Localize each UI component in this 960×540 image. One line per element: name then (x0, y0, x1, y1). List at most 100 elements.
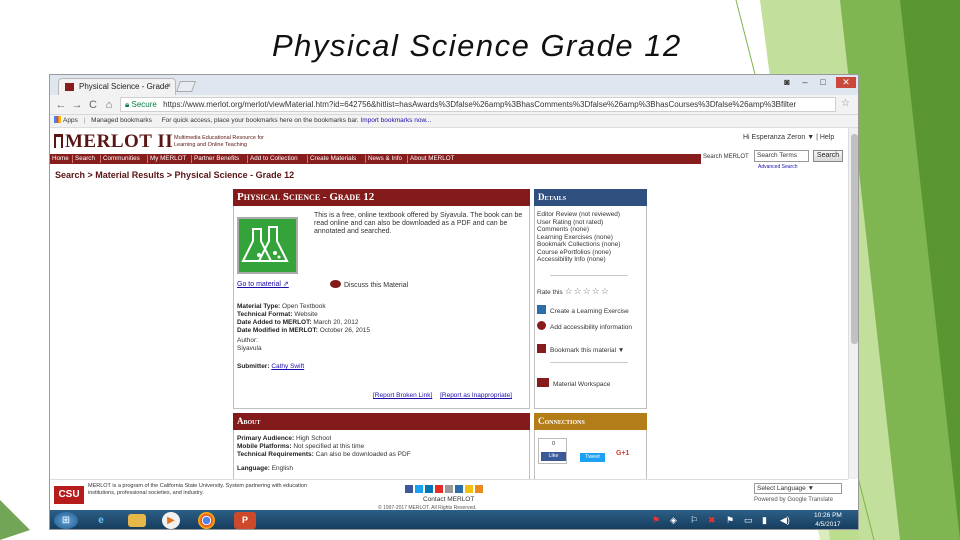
merlot-favicon-icon (65, 83, 74, 91)
contact-merlot-link[interactable]: Contact MERLOT (423, 496, 474, 503)
maximize-icon[interactable]: □ (816, 77, 830, 87)
minimize-icon[interactable]: – (798, 77, 812, 87)
accessibility-info-link[interactable]: Accessibility Info (none) (537, 256, 606, 264)
rating-stars[interactable]: ☆☆☆☆☆ (564, 286, 609, 296)
merlot-logo[interactable]: MERLOT II (54, 131, 173, 153)
user-links[interactable]: Hi Esperanza Zeron ▼ | Help (743, 134, 834, 141)
editor-review-link[interactable]: Editor Review (not reviewed) (537, 211, 620, 219)
material-workspace[interactable]: Material Workspace (537, 378, 610, 389)
add-accessibility-info[interactable]: Add accessibility information (537, 321, 633, 332)
facebook-like-widget[interactable]: 0 Like (538, 438, 567, 464)
tab-title: Physical Science - Grade (79, 82, 169, 91)
twitter-icon[interactable] (415, 485, 423, 493)
bookmarks-hint: For quick access, place your bookmarks h… (161, 117, 359, 124)
powerpoint-icon[interactable]: P (234, 512, 256, 529)
scrollbar-thumb[interactable] (851, 134, 858, 344)
nav-about-merlot[interactable]: About MERLOT (410, 154, 454, 164)
page-scrollbar[interactable] (848, 128, 858, 479)
user-profile-icon[interactable]: ◙ (780, 77, 794, 87)
wiki-icon[interactable] (445, 485, 453, 493)
network-tray-icon[interactable]: ◈ (670, 515, 677, 526)
submitter: Submitter: Cathy Swift (237, 363, 305, 370)
author-name: Siyavula (237, 345, 262, 352)
merlot-pillar-icon (54, 134, 63, 148)
nav-search[interactable]: Search (75, 154, 95, 164)
bookmark-material[interactable]: Bookmark this material ▼ (537, 344, 624, 355)
language-select[interactable]: Select Language ▼ (754, 483, 842, 494)
bulb-icon[interactable] (465, 485, 473, 493)
alert-tray-icon[interactable]: ✖ (708, 515, 716, 526)
security-tray-icon[interactable]: ⚐ (690, 515, 698, 526)
import-bookmarks-link[interactable]: Import bookmarks now... (360, 117, 431, 124)
search-input[interactable]: Search Terms (754, 150, 809, 162)
nav-create-materials[interactable]: Create Materials (310, 154, 356, 164)
tweet-button[interactable]: Tweet (580, 453, 605, 462)
forward-icon[interactable]: → (70, 98, 84, 112)
browser-tab[interactable]: Physical Science - Grade × (58, 78, 176, 95)
volume-tray-icon[interactable]: ◀) (780, 515, 790, 526)
facebook-like-button[interactable]: Like (541, 452, 566, 461)
nav-add-to-collection[interactable]: Add to Collection (250, 154, 298, 164)
home-icon[interactable]: ⌂ (102, 98, 116, 112)
comments-link[interactable]: Comments (none) (537, 226, 589, 234)
tab-close-icon[interactable]: × (166, 81, 171, 90)
course-eportfolios-link[interactable]: Course ePortfolios (none) (537, 249, 611, 257)
primary-audience: Primary Audience: High School (237, 435, 332, 442)
advanced-search-link[interactable]: Advanced Search (758, 164, 797, 170)
url-bar[interactable]: 🔒︎ Secure https://www.merlot.org/merlot/… (120, 97, 836, 112)
social-icons (405, 485, 485, 495)
chrome-icon[interactable] (198, 512, 215, 529)
report-inappropriate-link[interactable]: [Report as Inappropriate] (440, 392, 512, 399)
new-tab-button[interactable] (175, 81, 197, 92)
system-clock[interactable]: 10:26 PM 4/5/2017 (814, 511, 842, 529)
flask-icon (237, 217, 298, 274)
taskbar: ⊞ e ▶ P ⚑ ◈ ⚐ ✖ ⚑ ▭ ▮ ◀) 10:26 PM 4/5/20… (50, 510, 858, 529)
slide-title: Physical Science Grade 12 (272, 28, 682, 63)
learning-exercises-link[interactable]: Learning Exercises (none) (537, 234, 613, 242)
nav-my-merlot[interactable]: My MERLOT (150, 154, 186, 164)
go-to-material-link[interactable]: Go to material ⇗ (237, 280, 289, 288)
accessibility-icon (537, 321, 546, 330)
technical-format: Technical Format: Website (237, 311, 318, 318)
address-toolbar: ← → C ⌂ 🔒︎ Secure https://www.merlot.org… (50, 95, 858, 115)
date-added: Date Added to MERLOT: March 20, 2012 (237, 319, 359, 326)
close-window-icon[interactable]: ✕ (836, 77, 856, 88)
report-broken-link[interactable]: [Report Broken Link] (373, 392, 432, 399)
display-tray-icon[interactable]: ▭ (744, 515, 753, 526)
nav-communities[interactable]: Communities (103, 154, 140, 164)
csu-logo[interactable]: CSU (54, 486, 84, 504)
reload-icon[interactable]: C (86, 98, 100, 112)
facebook-icon[interactable] (405, 485, 413, 493)
facebook-like-count: 0 (551, 441, 556, 447)
rss-icon[interactable] (475, 485, 483, 493)
search-button[interactable]: Search (813, 150, 843, 162)
nav-home[interactable]: Home (52, 154, 69, 164)
linkedin-icon[interactable] (425, 485, 433, 493)
nav-partner-benefits[interactable]: Partner Benefits (194, 154, 239, 164)
tweet-widget[interactable]: Tweet (578, 438, 607, 464)
back-icon[interactable]: ← (54, 98, 68, 112)
apps-link[interactable]: Apps (63, 117, 78, 124)
discuss-material-link[interactable]: Discuss this Material (330, 280, 408, 289)
media-player-icon[interactable]: ▶ (162, 512, 180, 529)
create-learning-exercise[interactable]: Create a Learning Exercise (537, 305, 629, 316)
nav-news-info[interactable]: News & Info (368, 154, 402, 164)
flag-tray-icon[interactable]: ⚑ (726, 515, 734, 526)
managed-bookmarks-link[interactable]: Managed bookmarks (91, 117, 152, 124)
people-icon[interactable] (455, 485, 463, 493)
youtube-icon[interactable] (435, 485, 443, 493)
submitter-link[interactable]: Cathy Swift (271, 363, 304, 370)
bookmark-collections-link[interactable]: Bookmark Collections (none) (537, 241, 620, 249)
file-explorer-icon[interactable] (128, 514, 146, 527)
apps-icon[interactable] (54, 116, 61, 123)
exercise-icon (537, 305, 546, 314)
breadcrumb: Search > Material Results > Physical Sci… (55, 170, 295, 180)
bookmark-star-icon[interactable]: ☆ (841, 98, 850, 109)
clock-time: 10:26 PM (814, 512, 842, 519)
user-rating-link[interactable]: User Rating (not rated) (537, 219, 603, 227)
start-button-icon[interactable]: ⊞ (54, 512, 78, 529)
signal-tray-icon[interactable]: ▮ (762, 515, 767, 526)
internet-explorer-icon[interactable]: e (90, 512, 112, 529)
acrobat-tray-icon[interactable]: ⚑ (652, 515, 660, 526)
google-plus-button[interactable]: G+1 (616, 450, 629, 458)
